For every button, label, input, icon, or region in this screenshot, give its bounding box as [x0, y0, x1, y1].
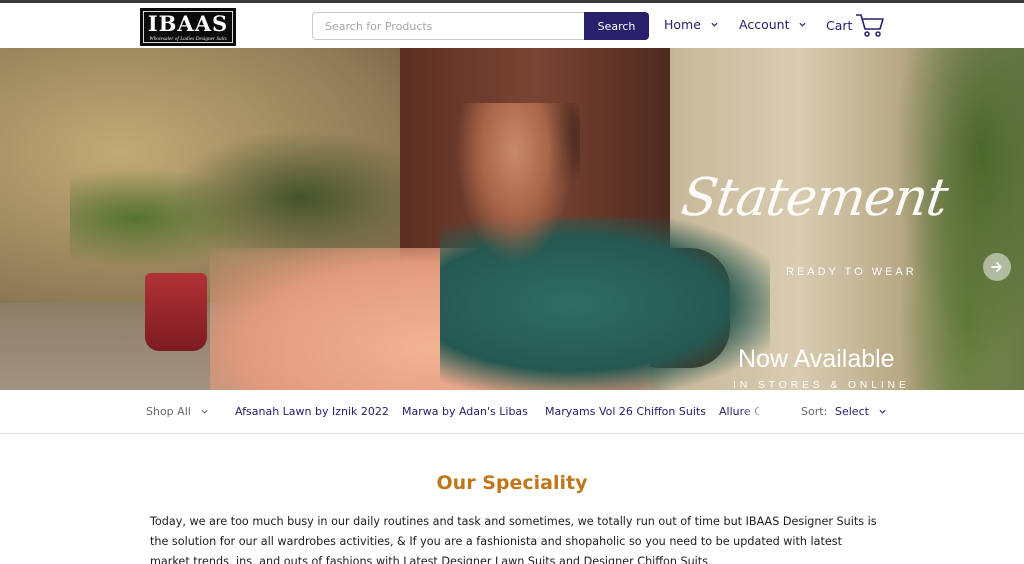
site-header: IBAAS Wholesaler of Ladies Designer Suit…: [0, 3, 1024, 48]
hero-headline: Now Available: [738, 345, 895, 373]
nav-home-label: Home: [664, 17, 701, 32]
category-link[interactable]: Afsanah Lawn by Iznik 2022: [235, 405, 389, 418]
shop-all-label: Shop All: [146, 405, 191, 418]
arrow-right-icon: [991, 262, 1002, 272]
category-link[interactable]: Maryams Vol 26 Chiffon Suits: [545, 405, 706, 418]
nav-account[interactable]: Account: [739, 17, 807, 32]
sort-value: Select: [835, 405, 869, 418]
hero-subline: IN STORES & ONLINE: [733, 379, 910, 390]
chevron-down-icon: [879, 409, 886, 414]
logo-text: IBAAS: [147, 11, 229, 36]
chevron-down-icon: [711, 22, 718, 27]
nav-cart-label: Cart: [826, 17, 853, 33]
search-button[interactable]: Search: [584, 12, 649, 40]
hero-plant-pot: [145, 273, 207, 351]
shop-all-dropdown[interactable]: Shop All: [146, 405, 209, 418]
hero-script-subtitle: READY TO WEAR: [786, 266, 917, 278]
hero-model: [455, 103, 575, 263]
logo-frame: IBAAS Wholesaler of Ladies Designer Suit…: [143, 11, 233, 43]
section-paragraph: Today, we are too much busy in our daily…: [150, 515, 877, 564]
hero-banner[interactable]: Statement READY TO WEAR Now Available IN…: [0, 48, 1024, 390]
nav-home[interactable]: Home: [664, 17, 719, 32]
slider-next-button[interactable]: [983, 253, 1011, 281]
category-link[interactable]: Marwa by Adan's Libas: [402, 405, 528, 418]
category-scroll-fade: [740, 398, 785, 426]
nav-cart[interactable]: Cart: [826, 12, 885, 38]
sort-select[interactable]: Select: [835, 405, 887, 418]
category-bar: Shop All Afsanah Lawn by Iznik 2022 Marw…: [0, 390, 1024, 434]
logo-tagline: Wholesaler of Ladies Designer Suits: [149, 36, 227, 42]
search-bar: Search: [312, 12, 649, 40]
chevron-down-icon: [201, 409, 208, 414]
cart-icon: [856, 14, 885, 37]
search-input[interactable]: [312, 12, 585, 40]
chevron-down-icon: [799, 22, 807, 27]
nav-account-label: Account: [739, 17, 790, 32]
site-logo[interactable]: IBAAS Wholesaler of Ladies Designer Suit…: [140, 8, 236, 46]
section-heading: Our Speciality: [436, 472, 588, 494]
sort-label: Sort:: [801, 405, 828, 418]
hero-script-title: Statement: [677, 168, 951, 228]
